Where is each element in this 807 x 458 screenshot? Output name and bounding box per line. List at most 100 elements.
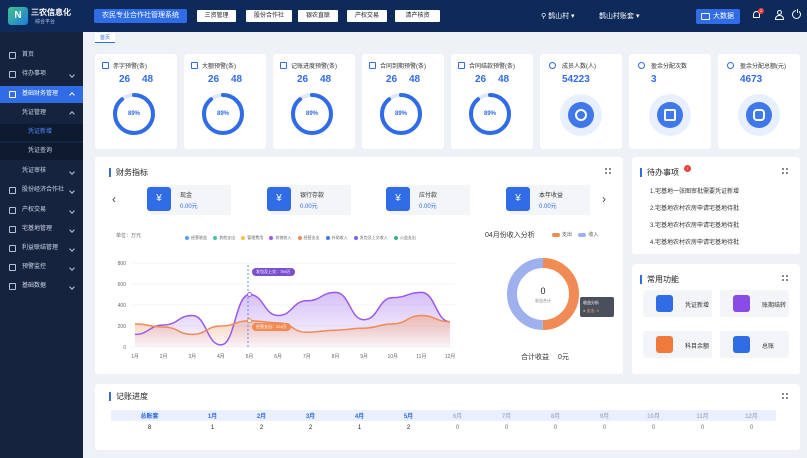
x-tick-label: 2月 (160, 354, 168, 360)
more-icon[interactable] (782, 393, 789, 400)
warning-count: 26 (208, 74, 220, 85)
legend-item[interactable]: 收入 (578, 232, 598, 238)
function-general-ledger[interactable]: 总账 (720, 331, 789, 358)
chart-legend: 经营收益 其他支出 管理费用 其他收入 经营支出 补助收入 发包及上交收入 公益… (185, 235, 421, 241)
todo-item[interactable]: 3.宅基地农村农房申请宅基地待批 (650, 220, 739, 229)
chevron-right-icon[interactable]: › (602, 192, 606, 206)
stat-title: 盈余分配次数 (651, 64, 688, 70)
account-label: 鹊山村账套 (599, 13, 634, 20)
functions-panel: 常用功能 凭证新增 账期结转 科目余额 总账 (632, 264, 800, 374)
x-tick-label: 6月 (274, 354, 282, 360)
property-icon (9, 207, 16, 214)
income-point[interactable] (247, 292, 253, 297)
table-header-cell: 10月 (629, 410, 678, 421)
sidebar-item-home[interactable]: 首页 (0, 47, 83, 64)
expense-point[interactable] (247, 318, 253, 324)
chevron-down-icon (69, 227, 75, 233)
ledger-icon (733, 336, 750, 353)
account-selector[interactable]: 鹊山村账套 ▾ (599, 11, 639, 21)
sidebar-item-todo[interactable]: 待办事项 (0, 66, 83, 83)
legend-item[interactable]: 经营收益 (185, 235, 207, 240)
link-icon (9, 245, 16, 252)
sidebar-item-coop-shares[interactable]: 股份经济合作社 (0, 182, 83, 199)
table-header-cell: 8月 (531, 410, 580, 421)
function-period-close[interactable]: 账期结转 (720, 290, 789, 317)
legend-item[interactable]: 发包及上交收入 (353, 235, 388, 240)
legend-item[interactable]: 补助收入 (325, 235, 348, 240)
topnav-item-assets[interactable]: 三资管理 (197, 10, 236, 22)
money-bag-icon: ¥ (267, 187, 291, 211)
topnav-item-bank[interactable]: 银农直联 (298, 10, 338, 22)
finance-card-payable[interactable]: ¥ 应付款 0.00元 (386, 185, 470, 215)
topnav-item-coop[interactable]: 股份合作社 (246, 10, 292, 22)
table-header-cell: 4月 (335, 410, 384, 421)
table-cell: 2 (406, 424, 411, 431)
warning-count: 26 (119, 74, 131, 85)
sidebar-item-voucher-query[interactable]: 凭证查询 (0, 143, 83, 160)
sidebar-item-voucher-audit[interactable]: 凭证审核 (0, 163, 83, 180)
function-voucher-add[interactable]: 凭证新增 (643, 290, 712, 317)
x-tick-label: 8月 (332, 354, 340, 360)
table-header-cell: 11月 (678, 410, 727, 421)
todo-item[interactable]: 1.宅基地一张图审批需要凭证新增 (650, 186, 739, 195)
breadcrumb[interactable]: 首页 (95, 33, 116, 43)
warning-card[interactable]: 大额预警(条) 26 48 89% (184, 54, 266, 149)
sidebar-label: 凭证查询 (28, 148, 53, 154)
legend-item[interactable]: 经营支出 (297, 235, 320, 240)
warning-card[interactable]: 合同到期预警(条) 26 48 89% (362, 54, 444, 149)
warning-icon (458, 62, 465, 69)
power-icon[interactable] (792, 9, 801, 19)
more-icon[interactable] (782, 168, 789, 175)
stat-card-distribution-total[interactable]: 盈余分配总额(元) 4673 (718, 54, 800, 149)
sidebar-item-basedata[interactable]: 基础数据 (0, 278, 83, 295)
finance-card-cash[interactable]: ¥ 现金 0.00元 (147, 185, 231, 215)
warning-card[interactable]: 赤字预警(条) 26 48 89% (95, 54, 177, 149)
x-tick-label: 11月 (416, 354, 426, 360)
logo[interactable]: N 三农信息化 综合平台 (8, 6, 84, 28)
sidebar-item-voucher-add[interactable]: 凭证新增 (0, 124, 83, 141)
topnav-item-audit[interactable]: 清产核资 (395, 10, 440, 22)
table-row: 8 1 2 2 1 2 0 0 0 0 0 0 0 (111, 421, 776, 434)
todo-item[interactable]: 2.宅基地农村农房申请宅基地待批 (650, 203, 739, 212)
sidebar-label: 预警监控 (22, 264, 47, 270)
todo-title: 待办事项 (640, 168, 679, 177)
chevron-left-icon[interactable]: ‹ (112, 192, 116, 206)
legend-item[interactable]: 支出 (552, 232, 572, 238)
finance-card-income[interactable]: ¥ 本年收益 0.00元 (506, 185, 590, 215)
stat-card-members[interactable]: 成员人数(人) 54223 (540, 54, 622, 149)
sidebar-item-voucher-mgmt[interactable]: 凭证管理 (0, 105, 83, 122)
sidebar-item-homestead[interactable]: 宅基地管理 (0, 221, 83, 238)
finance-card-bank[interactable]: ¥ 银行存款 0.00元 (267, 185, 351, 215)
user-icon[interactable] (775, 10, 784, 20)
warning-count: 26 (297, 74, 309, 85)
sidebar-item-interest[interactable]: 利益联结管理 (0, 240, 83, 257)
legend-item[interactable]: 公益支出 (393, 235, 416, 240)
x-tick-label: 5月 (246, 354, 254, 360)
legend-item[interactable]: 其他收入 (269, 235, 291, 240)
table-cell: 2 (259, 424, 264, 431)
more-icon[interactable] (605, 168, 612, 175)
village-selector[interactable]: ⚲ 鹊山村 ▾ (541, 11, 575, 21)
bigdata-button[interactable]: 大数据 (696, 9, 740, 24)
more-icon[interactable] (782, 275, 789, 282)
warning-title: 记账进度预警(条) (291, 64, 337, 70)
bell-icon[interactable]: 2 (752, 8, 764, 20)
todo-item[interactable]: 4.宅基地农村农房申请宅基地待批 (650, 237, 739, 246)
function-subject-balance[interactable]: 科目余额 (643, 331, 712, 358)
legend-item[interactable]: 管理费用 (241, 235, 263, 240)
warning-total: 48 (231, 74, 243, 85)
warning-card[interactable]: 记账进度预警(条) 26 48 89% (273, 54, 355, 149)
warning-card[interactable]: 合同结款预警(条) 26 48 89% (451, 54, 533, 149)
monitor-icon (701, 13, 710, 20)
stat-card-distribution-count[interactable]: 盈余分配次数 3 (629, 54, 711, 149)
topnav-item-property[interactable]: 产权交易 (347, 10, 387, 22)
function-label: 科目余额 (685, 344, 710, 350)
sidebar-item-warning[interactable]: 预警监控 (0, 259, 83, 276)
sidebar-item-finance[interactable]: 基础财务管理 (0, 86, 83, 103)
donut-center-label: 收益合计 (535, 298, 551, 303)
total-income-value: 0元 (558, 354, 569, 361)
members-icon (560, 94, 602, 136)
legend-item[interactable]: 其他支出 (213, 235, 235, 240)
system-title-button[interactable]: 农民专业合作社管理系统 (94, 9, 187, 23)
sidebar-item-property[interactable]: 产权交易 (0, 202, 83, 219)
